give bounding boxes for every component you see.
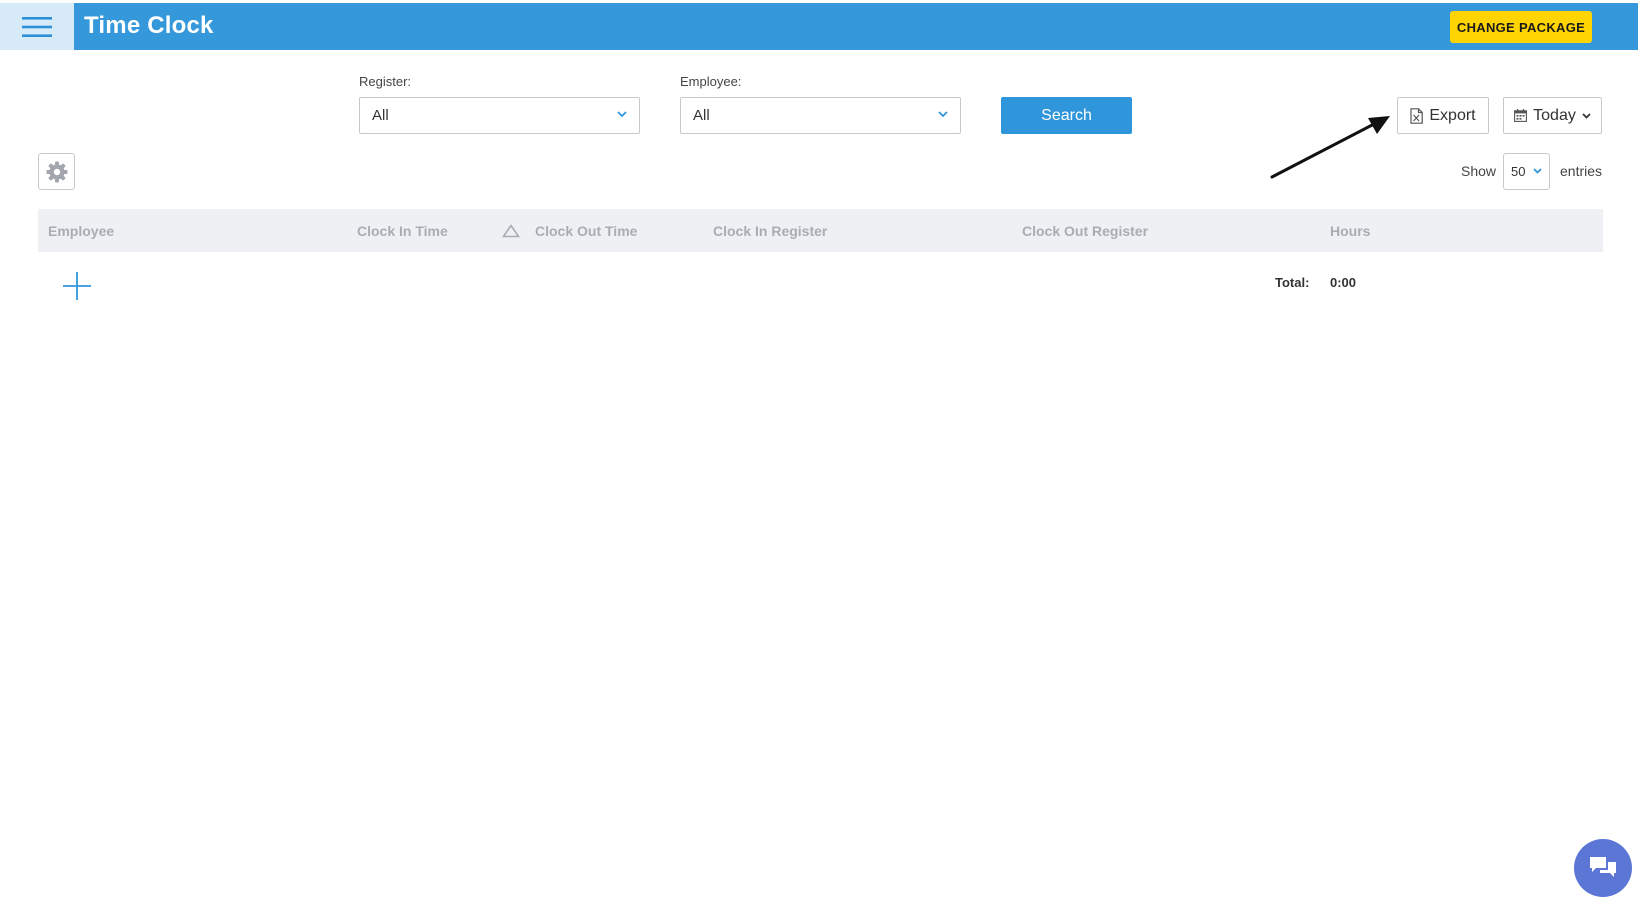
entries-label: entries [1560, 163, 1603, 179]
chevron-down-icon [938, 111, 948, 118]
page-title: Time Clock [84, 12, 214, 39]
employee-select-value: All [693, 107, 710, 124]
chevron-down-icon [1582, 112, 1591, 119]
export-label: Export [1429, 106, 1476, 124]
chat-widget-button[interactable] [1574, 839, 1632, 897]
register-select[interactable]: All [359, 97, 640, 134]
add-entry-button[interactable] [60, 269, 94, 303]
chevron-down-icon [617, 111, 627, 118]
plus-icon [63, 272, 91, 300]
column-header-clock-in-register[interactable]: Clock In Register [713, 223, 827, 239]
chat-icon [1590, 857, 1616, 877]
total-hours-value: 0:00 [1330, 275, 1357, 290]
search-button[interactable]: Search [1001, 97, 1132, 134]
register-select-value: All [372, 107, 389, 124]
employee-select[interactable]: All [680, 97, 961, 134]
top-bar: Time Clock CHANGE PACKAGE [0, 3, 1638, 50]
gear-icon [46, 161, 67, 182]
column-header-clock-in-time[interactable]: Clock In Time [357, 223, 448, 239]
column-header-clock-out-register[interactable]: Clock Out Register [1022, 223, 1148, 239]
hamburger-menu-button[interactable] [0, 3, 74, 50]
date-range-button[interactable]: Today [1503, 97, 1602, 134]
column-header-clock-out-time[interactable]: Clock Out Time [535, 223, 637, 239]
entries-per-page-select[interactable]: 50 [1503, 153, 1550, 190]
table-header: Employee Clock In Time Clock Out Time Cl… [38, 209, 1603, 252]
date-range-label: Today [1533, 106, 1576, 124]
register-label: Register: [359, 74, 412, 89]
excel-file-icon [1410, 107, 1424, 124]
change-package-button[interactable]: CHANGE PACKAGE [1450, 11, 1592, 43]
column-header-employee[interactable]: Employee [48, 223, 114, 239]
annotation-arrow-icon [1270, 116, 1390, 179]
calendar-icon [1514, 109, 1528, 122]
entries-per-page-value: 50 [1511, 164, 1526, 179]
sort-triangle-icon[interactable] [502, 224, 520, 238]
chevron-down-icon [1533, 168, 1542, 174]
employee-label: Employee: [680, 74, 742, 89]
hamburger-icon [22, 16, 52, 37]
total-label: Total: [1275, 275, 1310, 290]
show-label: Show [1461, 163, 1497, 179]
column-header-hours[interactable]: Hours [1330, 223, 1370, 239]
export-button[interactable]: Export [1397, 97, 1489, 134]
table-settings-button[interactable] [38, 153, 75, 190]
